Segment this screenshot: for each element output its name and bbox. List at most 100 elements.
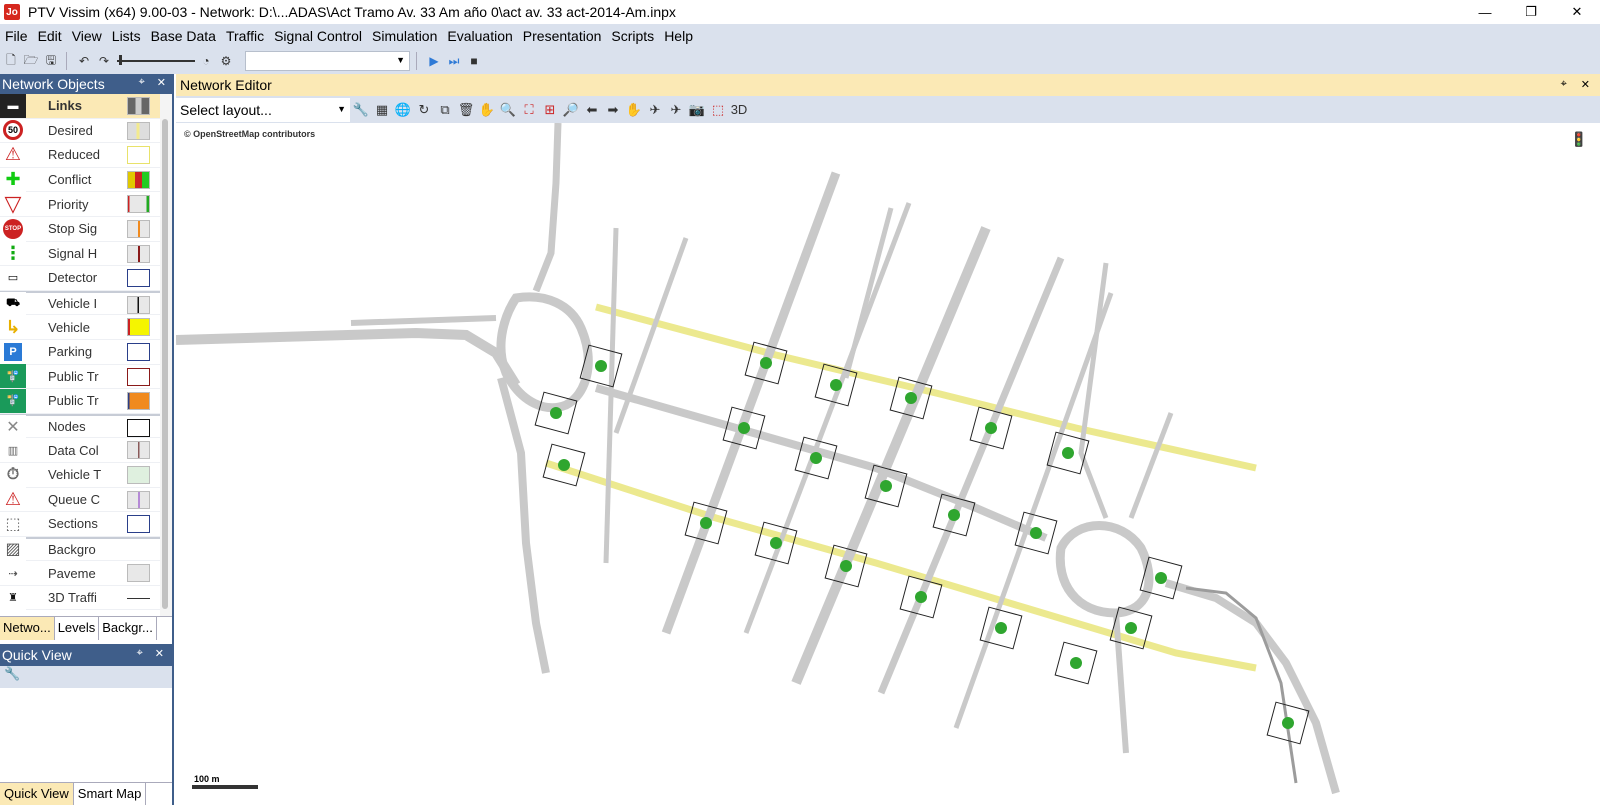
conflict-area[interactable] (738, 422, 750, 434)
tab-smart-map[interactable]: Smart Map (74, 783, 147, 805)
reduced-swatch[interactable] (127, 146, 150, 165)
conflict-area[interactable] (550, 407, 562, 419)
wrench-icon[interactable]: 🔧 (4, 666, 20, 681)
nodes-swatch[interactable] (127, 418, 150, 437)
conflict-area[interactable] (760, 357, 772, 369)
road-network[interactable] (176, 123, 1600, 805)
parking-swatch[interactable] (127, 342, 150, 361)
queue-counter-swatch[interactable] (127, 490, 150, 509)
conflict-area[interactable] (1070, 657, 1082, 669)
conflict-area[interactable] (948, 509, 960, 521)
object-row-queue-counter[interactable]: ⚠ Queue C (0, 487, 160, 513)
object-row-pavement-marking[interactable]: ⇢ Paveme (0, 561, 160, 586)
menu-simulation[interactable]: Simulation (367, 24, 442, 48)
object-row-reduced[interactable]: ⚠ Reduced (0, 142, 160, 168)
links-swatch[interactable] (127, 97, 150, 115)
conflict-area[interactable] (985, 422, 997, 434)
stop-icon[interactable]: ■ (465, 52, 483, 70)
object-row-links[interactable]: ▬ Links (0, 94, 160, 119)
close-window-button[interactable]: ✕ (1554, 0, 1600, 24)
pin-icon[interactable]: ⌖ (139, 76, 145, 89)
menu-signal-control[interactable]: Signal Control (269, 24, 367, 48)
object-row-public-transport-stop[interactable]: 🚏 Public Tr (0, 364, 160, 390)
conflict-area[interactable] (1282, 717, 1294, 729)
close-icon[interactable]: ✕ (1581, 78, 1590, 91)
tab-levels[interactable]: Levels (55, 617, 100, 640)
menu-evaluation[interactable]: Evaluation (442, 24, 517, 48)
link-loop-south-arm[interactable] (497, 376, 550, 674)
conflict-area[interactable] (1030, 527, 1042, 539)
globe-icon[interactable]: 🌐 (393, 100, 413, 120)
conflict-area[interactable] (905, 392, 917, 404)
tab-network-objects[interactable]: Netwo... (0, 617, 55, 640)
layout-select[interactable]: Select layout... ▼ (176, 97, 350, 122)
close-icon[interactable]: ✕ (155, 647, 164, 660)
camera-icon[interactable]: 📷 (687, 100, 707, 120)
object-row-3d-traffic-signal[interactable]: ♜ 3D Traffi (0, 585, 160, 611)
copy-icon[interactable]: ⧉ (435, 100, 455, 120)
object-row-parking[interactable]: P Parking (0, 340, 160, 365)
simulation-speed-slider[interactable] (117, 55, 195, 67)
object-row-vehicle-travel-time[interactable]: ⏱ Vehicle T (0, 462, 160, 488)
delete-icon[interactable]: 🗑 (456, 100, 476, 120)
link-roundabout-east[interactable] (1055, 521, 1154, 618)
menu-base-data[interactable]: Base Data (146, 24, 221, 48)
link-street-4[interactable] (877, 256, 1065, 695)
redo-icon[interactable]: ↷ (95, 52, 113, 70)
conflict-area[interactable] (880, 480, 892, 492)
fly-mode-icon[interactable]: ✈ (666, 100, 686, 120)
tab-quick-view[interactable]: Quick View (0, 783, 74, 805)
fly-icon[interactable]: ✈ (645, 100, 665, 120)
priority-swatch[interactable] (127, 195, 150, 214)
previous-view-icon[interactable]: ⬅ (582, 100, 602, 120)
conflict-area[interactable] (1062, 447, 1074, 459)
restore-button[interactable]: ❐ (1508, 0, 1554, 24)
detector-swatch[interactable] (127, 269, 150, 288)
conflict-area[interactable] (830, 379, 842, 391)
menu-lists[interactable]: Lists (107, 24, 146, 48)
rotate-icon[interactable]: ↻ (414, 100, 434, 120)
data-collection-swatch[interactable] (127, 441, 150, 460)
tab-backgrounds[interactable]: Backgr... (99, 617, 157, 640)
conflict-area[interactable] (558, 459, 570, 471)
conflict-area[interactable] (595, 360, 607, 372)
signal-head-swatch[interactable] (127, 244, 150, 263)
object-row-detector[interactable]: ▭ Detector (0, 265, 160, 291)
open-folder-icon[interactable]: 🗁 (22, 52, 40, 70)
sections-swatch[interactable] (127, 515, 150, 534)
stop-sign-swatch[interactable] (127, 219, 150, 238)
next-view-icon[interactable]: ➡ (603, 100, 623, 120)
link-street-1[interactable] (661, 171, 841, 635)
menu-help[interactable]: Help (659, 24, 698, 48)
object-row-stop-sign[interactable]: STOP Stop Sig (0, 217, 160, 242)
close-icon[interactable]: ✕ (157, 76, 166, 89)
object-row-data-collection[interactable]: ▥ Data Col (0, 438, 160, 463)
link-west-approach[interactable] (176, 327, 521, 388)
zoom-extents-icon[interactable]: ⛶ (519, 100, 539, 120)
vehicle-input-swatch[interactable] (127, 295, 150, 314)
public-transport-line-swatch[interactable] (127, 392, 150, 411)
conflict-area[interactable] (840, 560, 852, 572)
conflict-area[interactable] (810, 452, 822, 464)
new-file-icon[interactable]: 🗋 (2, 52, 20, 70)
conflict-area[interactable] (915, 591, 927, 603)
links-layer[interactable] (176, 123, 1340, 795)
object-row-background[interactable]: ▨ Backgro (0, 536, 160, 562)
public-transport-stop-swatch[interactable] (127, 367, 150, 386)
link-roundabout-west[interactable] (496, 292, 593, 413)
conflict-area[interactable] (1125, 622, 1137, 634)
conflict-area[interactable] (995, 622, 1007, 634)
object-row-vehicle-input[interactable]: ⛟ Vehicle I (0, 290, 160, 316)
wireframe-icon[interactable]: ▦ (372, 100, 392, 120)
pan-icon[interactable]: ✋ (477, 100, 497, 120)
3d-mode-icon[interactable]: 3D (729, 100, 749, 120)
vehicle-route-swatch[interactable] (127, 318, 150, 337)
undo-icon[interactable]: ↶ (75, 52, 93, 70)
desired-swatch[interactable] (127, 121, 150, 140)
3d-mode-off-icon[interactable]: ⬚ (708, 100, 728, 120)
link-east-north-arm-2[interactable] (1128, 412, 1174, 519)
seed-icon[interactable]: ⚙ (217, 52, 235, 70)
conflict-area[interactable] (1155, 572, 1167, 584)
object-row-public-transport-line[interactable]: 🚏 Public Tr (0, 388, 160, 414)
edit-graphic-params-icon[interactable]: 🔧 (351, 100, 371, 120)
